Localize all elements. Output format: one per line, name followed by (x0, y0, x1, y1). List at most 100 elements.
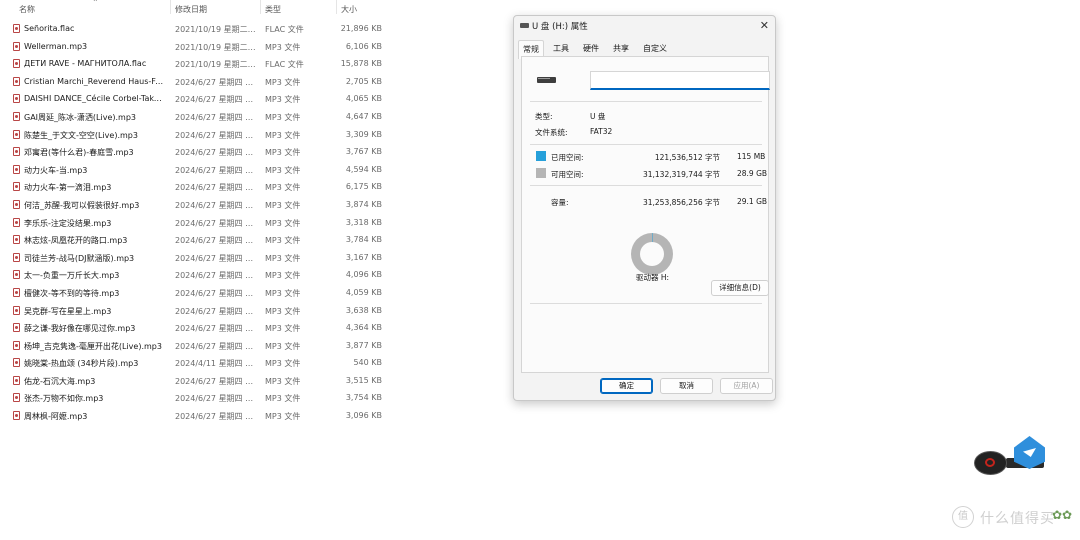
file-date: 2024/6/27 星期四 13:... (175, 271, 257, 281)
file-size: 3,877 KB (345, 340, 382, 350)
file-row[interactable]: 薛之谦-我好像在哪见过你.mp3 2024/6/27 星期四 13:... MP3 … (0, 319, 388, 337)
file-size: 3,515 KB (345, 375, 382, 385)
file-name: 薛之谦-我好像在哪见过你.mp3 (24, 324, 136, 334)
column-header-date[interactable]: 修改日期 (175, 4, 207, 15)
audio-file-icon (13, 375, 20, 385)
file-row[interactable]: 姚晓棠-热血颂 (34秒片段).mp3 2024/4/11 星期四 20:... M… (0, 354, 388, 372)
audio-file-icon (13, 59, 20, 69)
file-date: 2024/6/27 星期四 13:... (175, 306, 257, 316)
tab-sharing[interactable]: 共享 (613, 43, 629, 54)
file-size: 3,096 KB (345, 411, 382, 421)
chevron-up-icon[interactable]: ⌃ (92, 0, 99, 7)
file-row[interactable]: 佑龙-石沉大海.mp3 2024/6/27 星期四 13:... MP3 文件 3,5… (0, 372, 388, 390)
file-size: 15,878 KB (340, 59, 382, 69)
cancel-button[interactable]: 取消 (660, 378, 713, 394)
audio-file-icon (13, 94, 20, 104)
file-type: MP3 文件 (265, 42, 301, 52)
file-date: 2021/10/19 星期二 1... (175, 42, 257, 52)
details-button[interactable]: 详细信息(D) (711, 280, 769, 296)
file-type: MP3 文件 (265, 130, 301, 140)
file-name: GAI周延_陈冰-潇洒(Live).mp3 (24, 112, 136, 122)
tab-hardware[interactable]: 硬件 (583, 43, 599, 54)
tab-customize[interactable]: 自定义 (643, 43, 667, 54)
file-date: 2024/6/27 星期四 13:... (175, 112, 257, 122)
file-row[interactable]: 何洁_苏醒-我可以假装很好.mp3 2024/6/27 星期四 13:... MP3… (0, 196, 388, 214)
record-disc-icon (974, 451, 1007, 475)
file-row[interactable]: 动力火车-第一滴泪.mp3 2024/6/27 星期四 13:... MP3 文件 6… (0, 178, 388, 196)
file-name: 动力火车-第一滴泪.mp3 (24, 183, 112, 193)
file-size: 4,096 KB (345, 270, 382, 280)
tab-tools[interactable]: 工具 (553, 43, 569, 54)
audio-file-icon (13, 287, 20, 297)
close-button[interactable]: ✕ (760, 19, 769, 32)
file-list: ⌃ 名称 修改日期 类型 大小 Señorita.flac 2021/10/19 … (0, 0, 388, 430)
file-type: FLAC 文件 (265, 25, 304, 34)
file-type: MP3 文件 (265, 183, 301, 193)
capacity-label: 容量: (551, 198, 569, 207)
volume-name-input[interactable] (590, 71, 770, 90)
file-row[interactable]: 林志炫-凤凰花开的路口.mp3 2024/6/27 星期四 13:... MP3 文… (0, 231, 388, 249)
general-panel: 类型: U 盘 文件系统: FAT32 已用空间: 121,536,512 字节… (521, 56, 770, 373)
file-size: 4,059 KB (345, 287, 382, 297)
file-name: 李乐乐-注定没结果.mp3 (24, 218, 112, 228)
ok-button[interactable]: 确定 (600, 378, 653, 394)
column-header-type[interactable]: 类型 (265, 4, 281, 15)
file-row[interactable]: Cristian Marchi_Reverend Haus-Fast ... 20… (0, 73, 388, 91)
file-row[interactable]: Señorita.flac 2021/10/19 星期二 1... FLAC 文件 2… (0, 20, 388, 38)
file-row[interactable]: 陈楚生_于文文-空空(Live).mp3 2024/6/27 星期四 13:...… (0, 126, 388, 144)
apply-button: 应用(A) (720, 378, 773, 394)
file-type: MP3 文件 (265, 77, 301, 87)
file-row[interactable]: 吴克群-写在星星上.mp3 2024/6/27 星期四 13:... MP3 文件 3… (0, 302, 388, 320)
file-row[interactable]: 周林枫-阿嬷.mp3 2024/6/27 星期四 13:... MP3 文件 3,09… (0, 407, 388, 425)
file-type: MP3 文件 (265, 359, 301, 369)
drive-label: 驱动器 H: (636, 273, 670, 282)
column-divider[interactable] (260, 0, 261, 14)
column-header-size[interactable]: 大小 (341, 4, 357, 15)
file-date: 2024/6/27 星期四 13:... (175, 288, 257, 298)
file-date: 2024/6/27 星期四 13:... (175, 130, 257, 140)
file-name: 姚晓棠-热血颂 (34秒片段).mp3 (24, 359, 139, 369)
free-space-size: 28.9 GB (737, 169, 768, 178)
audio-file-icon (13, 164, 20, 174)
file-row[interactable]: Wellerman.mp3 2021/10/19 星期二 1... MP3 文件 6,… (0, 38, 388, 56)
file-size: 3,784 KB (345, 235, 382, 245)
file-row[interactable]: 檀健次-等不到的等待.mp3 2024/6/27 星期四 13:... MP3 文件… (0, 284, 388, 302)
watermark-logo-icon: 值 (952, 506, 974, 528)
column-divider[interactable] (336, 0, 337, 14)
audio-file-icon (13, 41, 20, 51)
file-name: 张杰-万物不如你.mp3 (24, 394, 104, 404)
file-rows: Señorita.flac 2021/10/19 星期二 1... FLAC 文件 2… (0, 20, 388, 425)
file-name: 佑龙-石沉大海.mp3 (24, 376, 96, 386)
file-date: 2024/6/27 星期四 13:... (175, 218, 257, 228)
file-row[interactable]: 动力火车-当.mp3 2024/6/27 星期四 13:... MP3 文件 4,59… (0, 161, 388, 179)
file-type: FLAC 文件 (265, 60, 304, 70)
file-date: 2021/10/19 星期二 1... (175, 25, 257, 34)
file-date: 2024/6/27 星期四 13:... (175, 253, 257, 263)
file-row[interactable]: 太一-负重一万斤长大.mp3 2024/6/27 星期四 13:... MP3 文件… (0, 266, 388, 284)
file-row[interactable]: DAISHI DANCE_Cécile Corbel-Take ... 2024/… (0, 90, 388, 108)
file-date: 2024/6/27 星期四 13:... (175, 376, 257, 386)
file-name: Wellerman.mp3 (24, 41, 88, 51)
file-date: 2024/6/27 星期四 13:... (175, 165, 257, 175)
watermark-text: 什么值得买 (980, 511, 1055, 527)
file-row[interactable]: GAI周延_陈冰-潇洒(Live).mp3 2024/6/27 星期四 13:..… (0, 108, 388, 126)
file-system-value: FAT32 (590, 127, 613, 136)
file-list-header: ⌃ 名称 修改日期 类型 大小 (0, 0, 388, 18)
file-row[interactable]: 司徒兰芳-战马(DJ默涵版).mp3 2024/6/27 星期四 13:... MP… (0, 249, 388, 267)
file-row[interactable]: 邓寓君(等什么君)-春庭雪.mp3 2024/6/27 星期四 13:... MP3… (0, 143, 388, 161)
audio-file-icon (13, 76, 20, 86)
file-name: 檀健次-等不到的等待.mp3 (24, 288, 120, 298)
dialog-titlebar[interactable]: U 盘 (H:) 属性 ✕ (514, 16, 775, 36)
file-row[interactable]: 张杰-万物不如你.mp3 2024/6/27 星期四 13:... MP3 文件 3,… (0, 389, 388, 407)
audio-file-icon (13, 358, 20, 368)
audio-file-icon (13, 305, 20, 315)
free-space-bytes: 31,132,319,744 字节 (642, 170, 720, 179)
file-date: 2024/6/27 星期四 13:... (175, 148, 257, 158)
file-row[interactable]: 李乐乐-注定没结果.mp3 2024/6/27 星期四 13:... MP3 文件 3… (0, 214, 388, 232)
column-header-name[interactable]: 名称 (19, 4, 35, 15)
file-row[interactable]: 杨坤_吉克隽逸-毫厘开出花(Live).mp3 2024/6/27 星期四 13:… (0, 337, 388, 355)
file-size: 21,896 KB (340, 24, 382, 33)
column-divider[interactable] (170, 0, 171, 14)
file-size: 4,065 KB (345, 94, 382, 104)
file-row[interactable]: ДЕТИ RAVE - МАГНИТОЛА.flac 2021/10/19 星期二… (0, 55, 388, 73)
